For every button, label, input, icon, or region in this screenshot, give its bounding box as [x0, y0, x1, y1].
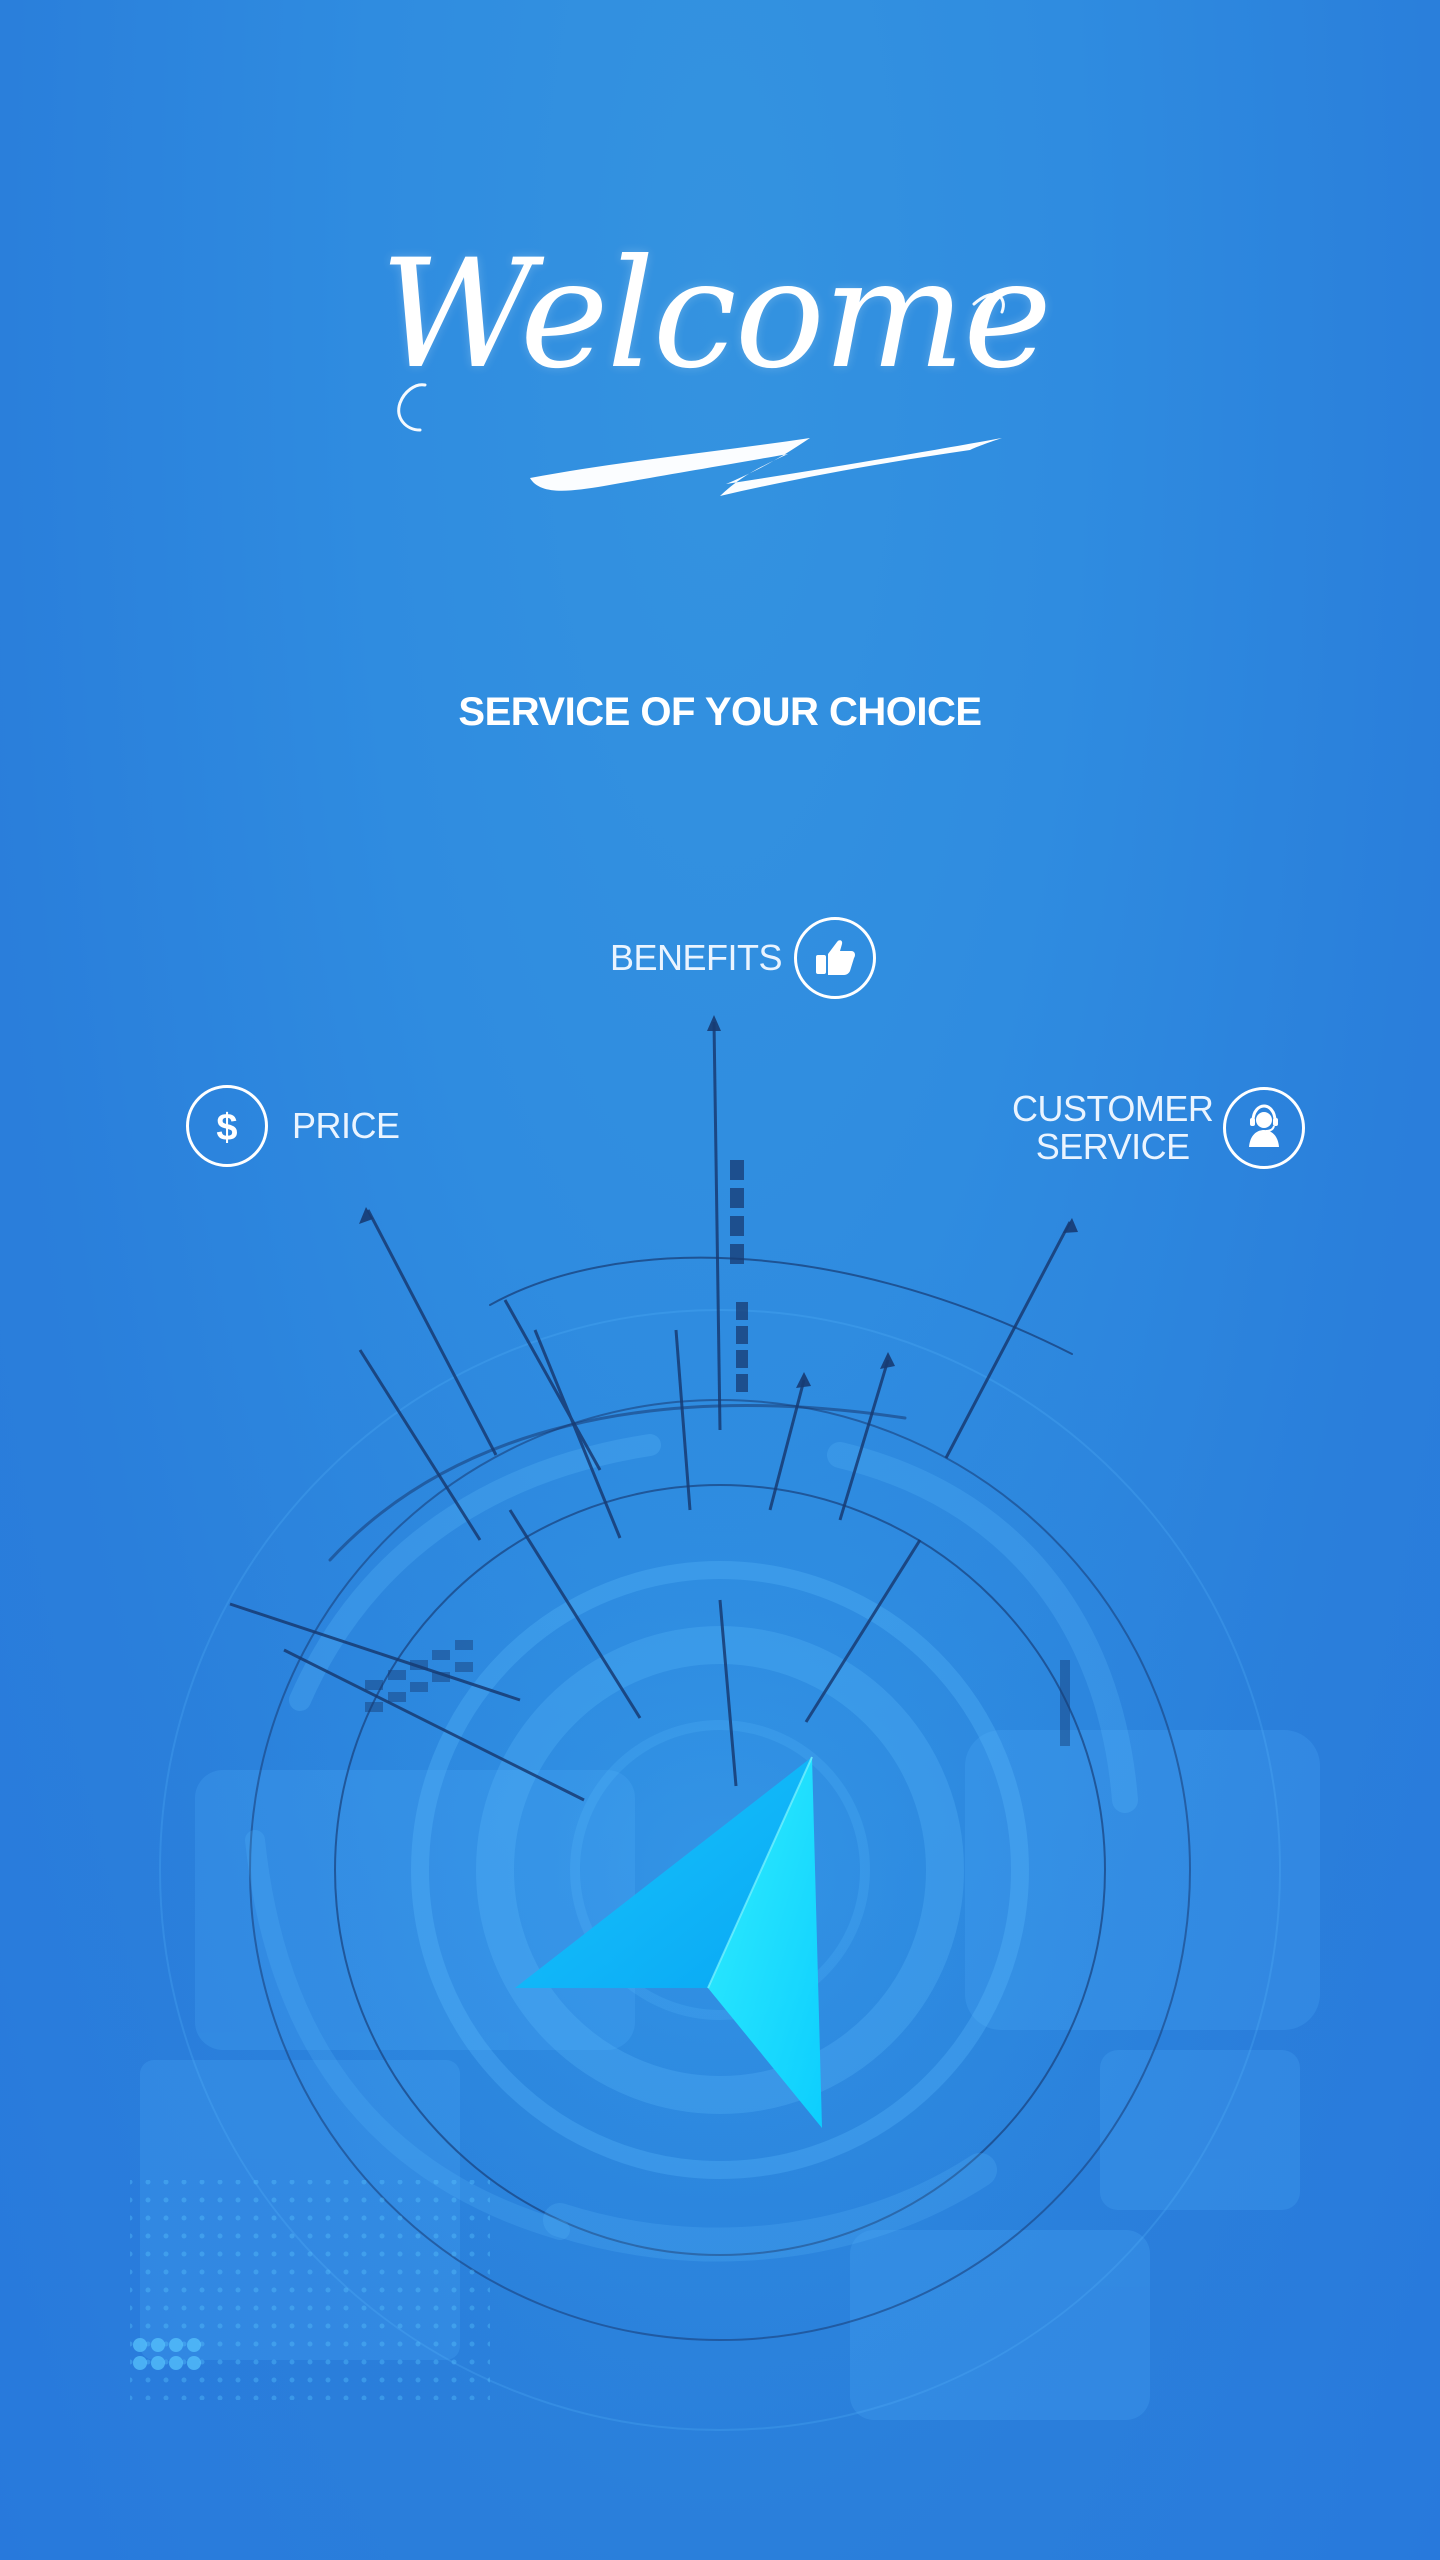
technology-compass-graphic	[80, 1015, 1360, 2510]
